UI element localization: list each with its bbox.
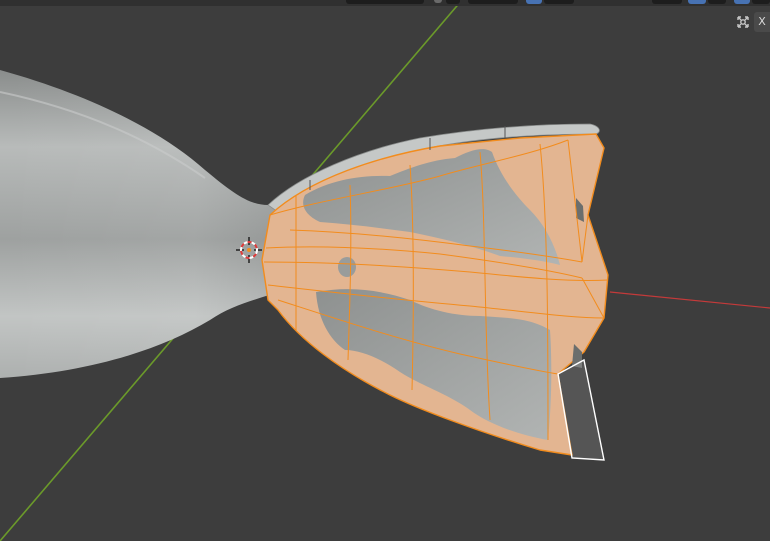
shading-toggle[interactable] (468, 0, 518, 4)
viewport-header (0, 0, 770, 6)
shading-dropdown[interactable] (752, 0, 770, 4)
center-hole (338, 257, 356, 277)
x-axis-line (609, 291, 770, 309)
overlay-dropdown[interactable] (446, 0, 460, 4)
cross-arrows-icon[interactable] (734, 13, 752, 31)
view-icon[interactable] (526, 0, 542, 4)
xray-icon[interactable] (652, 0, 682, 4)
proportional-icon[interactable] (434, 0, 442, 3)
gizmo-icon[interactable] (688, 0, 706, 4)
snap-dropdown[interactable] (346, 0, 424, 4)
shading-icon[interactable] (734, 0, 750, 4)
viewport-canvas[interactable] (0, 0, 770, 541)
display-icon[interactable] (544, 0, 574, 4)
sidebar-toggle-button[interactable]: X (754, 12, 770, 32)
3d-viewport[interactable] (0, 0, 770, 541)
overlay-icon[interactable] (708, 0, 726, 4)
